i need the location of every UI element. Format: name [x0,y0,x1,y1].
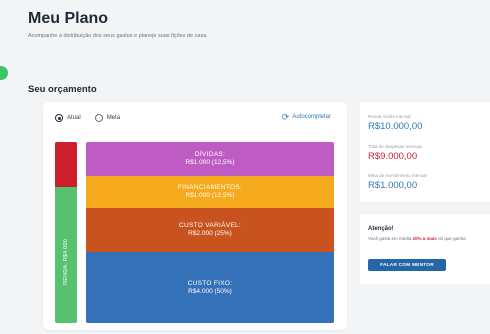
budget-card: Atual Meta ⟳ Autocompletar RENDA: R$4.00… [43,102,347,330]
metrics-card: Renda média mensal R$10.000,00 Total de … [360,102,490,202]
segment-custo-fixo-value: R$4.000 (50%) [188,287,232,295]
radio-unselected-icon [94,114,103,122]
segment-custo-fixo-name: CUSTO FIXO: [187,279,233,287]
alert-highlight: 20% a mais [412,236,437,241]
alert-text-after: do que ganha [436,236,466,241]
income-deficit-segment [55,142,77,187]
expense-stack: DÍVIDAS: R$1.000 (12,5%) FINANCIAMENTOS:… [86,142,334,323]
radio-selected-icon [55,114,63,122]
segment-dividas-value: R$1.000 (12,5%) [185,159,235,166]
radio-atual[interactable]: Atual [55,114,81,122]
segment-dividas[interactable]: DÍVIDAS: R$1.000 (12,5%) [86,142,334,176]
segment-custo-variavel-value: R$2.000 (25%) [188,230,232,237]
radio-atual-label: Atual [67,115,81,121]
radio-meta-label: Meta [106,115,121,121]
segment-financiamentos-name: FINANCIAMENTOS: [177,184,243,191]
alert-text-before: Você gasta em média [368,236,413,241]
side-indicator-dot[interactable] [0,66,8,80]
autocomplete-label: Autocompletar [292,114,331,120]
alert-text: Você gasta em média 20% a mais do que ga… [368,236,490,242]
alert-title: Atenção! [368,226,394,232]
alert-card: Atenção! Você gasta em média 20% a mais … [360,214,490,284]
segment-custo-variavel[interactable]: CUSTO VARIÁVEL: R$2.000 (25%) [86,208,334,252]
refresh-icon: ⟳ [281,112,290,122]
autocomplete-button[interactable]: ⟳ Autocompletar [281,112,331,122]
page-title: Meu Plano [28,10,109,27]
metric-investment-label: Meta de investimento mensal [368,173,427,178]
metric-expenses-value: R$9.000,00 [368,151,418,162]
segment-dividas-name: DÍVIDAS: [194,151,226,158]
metric-expenses-label: Total de despesas mensais [368,144,423,149]
income-label: RENDA: R$4.000 [63,239,69,285]
segment-financiamentos[interactable]: FINANCIAMENTOS: R$1.000 (12,5%) [86,176,334,208]
metric-investment-value: R$1.000,00 [368,180,418,191]
income-bar: RENDA: R$4.000 [55,142,77,323]
section-title: Seu orçamento [28,84,97,95]
radio-meta[interactable]: Meta [94,114,121,122]
view-toggle: Atual Meta [55,114,120,122]
metric-income-value: R$10.000,00 [368,121,423,132]
segment-custo-fixo[interactable]: CUSTO FIXO: R$4.000 (50%) [86,252,334,323]
talk-to-mentor-button[interactable]: FALAR COM MENTOR [368,259,446,271]
page-subtitle: Acompanhe a distribuição dos seus gastos… [28,33,208,39]
segment-custo-variavel-name: CUSTO VARIÁVEL: [178,222,242,229]
metric-income-label: Renda média mensal [368,114,411,119]
segment-financiamentos-value: R$1.000 (12,5%) [185,192,235,199]
